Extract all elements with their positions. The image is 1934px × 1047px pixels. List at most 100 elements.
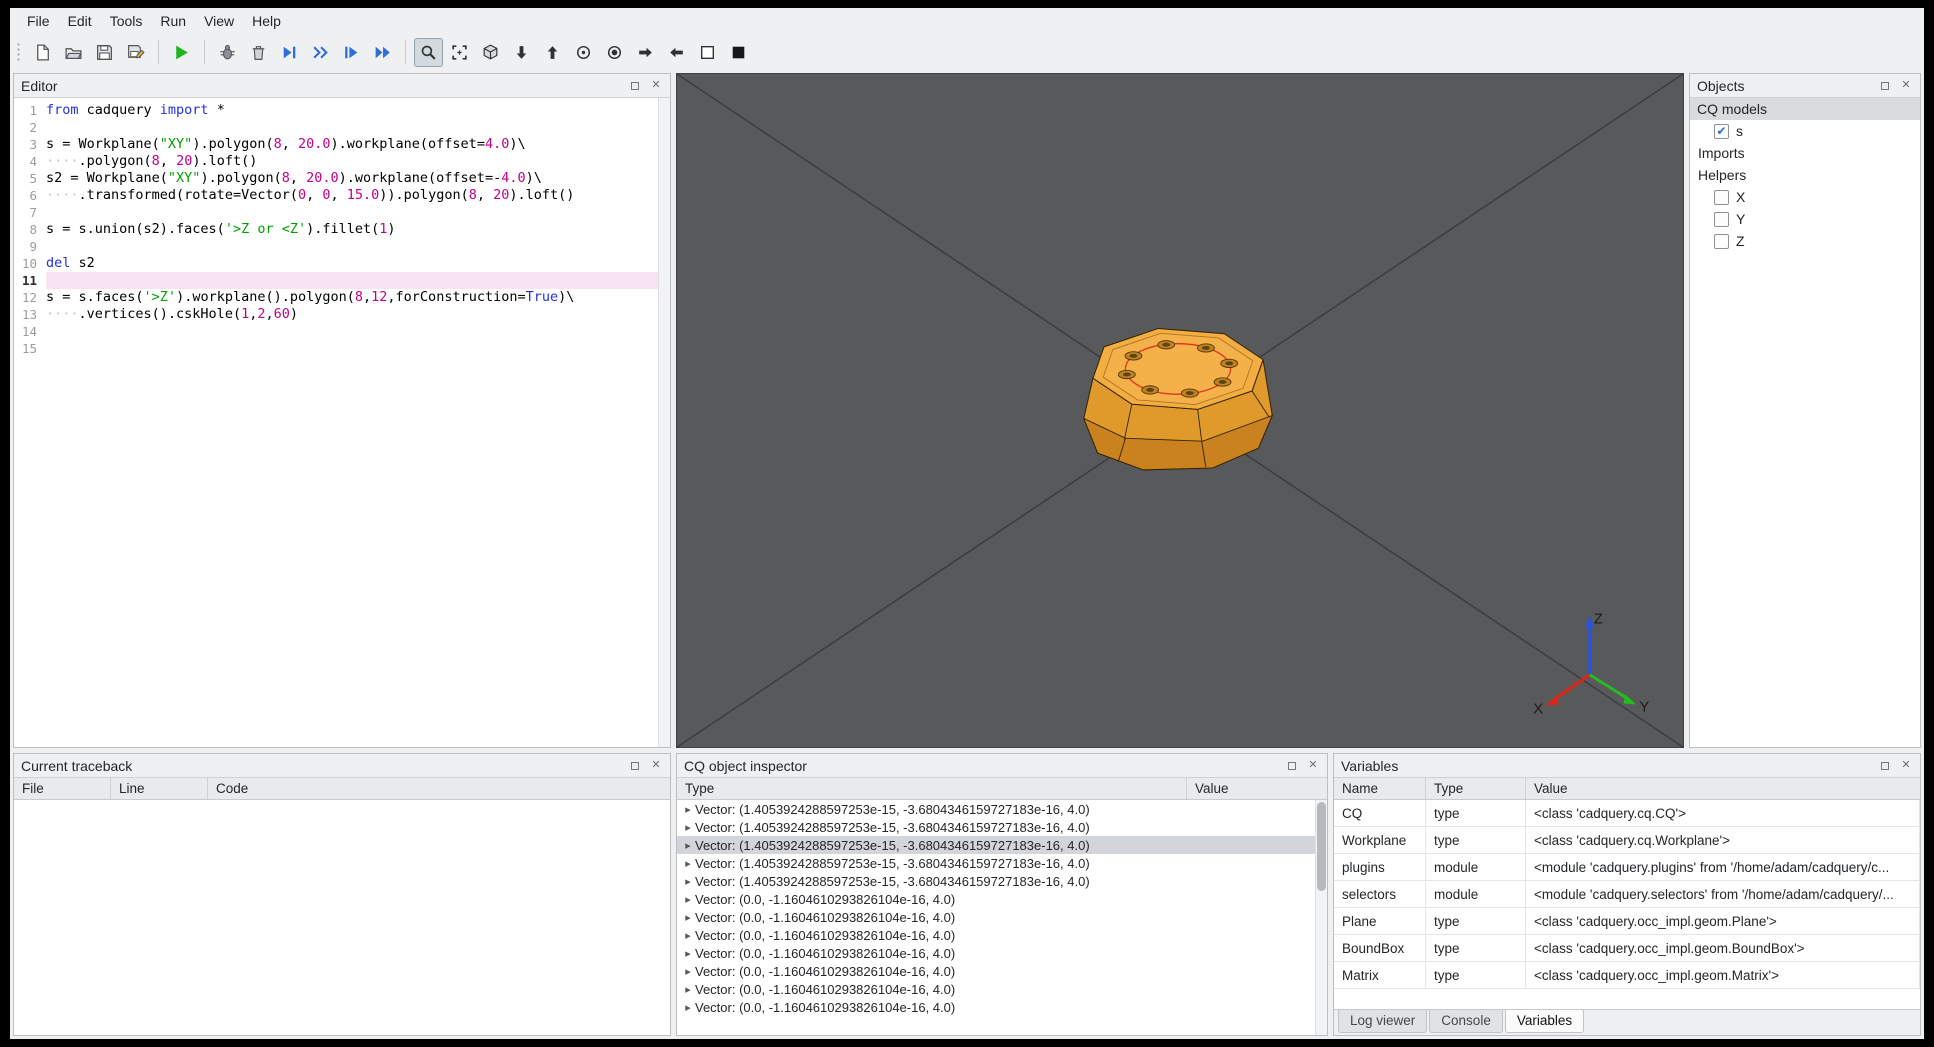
expand-arrow-icon[interactable]: ▸: [681, 1001, 695, 1014]
open-file-button[interactable]: [59, 38, 88, 67]
variable-row-plugins[interactable]: plugins module <module 'cadquery.plugins' …: [1334, 854, 1920, 881]
menu-file[interactable]: File: [18, 10, 59, 32]
close-icon[interactable]: ✕: [1306, 759, 1320, 773]
code-editor[interactable]: 1 from cadquery import * 2 3 s = Workplane("…: [14, 98, 670, 747]
expand-arrow-icon[interactable]: ▸: [681, 983, 695, 996]
inspector-row[interactable]: ▸ Vector: (1.4053924288597253e-15, -3.680…: [677, 854, 1327, 872]
menu-view[interactable]: View: [195, 10, 243, 32]
code-line-2[interactable]: 2: [14, 119, 670, 136]
code-line-14[interactable]: 14: [14, 323, 670, 340]
top-view-button[interactable]: [507, 38, 536, 67]
delete-button[interactable]: [244, 38, 273, 67]
inspector-row[interactable]: ▸ Vector: (0.0, -1.1604610293826104e-16, …: [677, 944, 1327, 962]
code-line-13[interactable]: 13 ····.vertices().cskHole(1,2,60): [14, 306, 670, 323]
code-line-3[interactable]: 3s = Workplane("XY").polygon(8, 20.0).wo…: [14, 136, 670, 153]
code-line-8[interactable]: 8s = s.union(s2).faces('>Z or <Z').fille…: [14, 221, 670, 238]
code-line-12[interactable]: 12 s = s.faces('>Z').workplane().polygon(…: [14, 289, 670, 306]
checkbox-checked[interactable]: ✔: [1714, 123, 1729, 139]
close-icon[interactable]: ✕: [649, 759, 663, 773]
float-icon[interactable]: [1878, 759, 1892, 773]
tree-item-s[interactable]: ✔ s: [1690, 120, 1920, 142]
inspector-row[interactable]: ▸ Vector: (0.0, -1.1604610293826104e-16, …: [677, 908, 1327, 926]
bottom-view-button[interactable]: [538, 38, 567, 67]
code-line-5[interactable]: 5 s2 = Workplane("XY").polygon(8, 20.0).w…: [14, 170, 670, 187]
code-line-10[interactable]: 10 del s2: [14, 255, 670, 272]
tree-item-z[interactable]: Z: [1690, 230, 1920, 252]
front-view-button[interactable]: [569, 38, 598, 67]
tree-item-x[interactable]: X: [1690, 186, 1920, 208]
close-icon[interactable]: ✕: [1899, 79, 1913, 93]
3d-viewport[interactable]: Z X Y: [676, 73, 1684, 748]
expand-arrow-icon[interactable]: ▸: [681, 893, 695, 906]
line-number[interactable]: 5: [14, 170, 46, 187]
step-out-button[interactable]: [337, 38, 366, 67]
line-number[interactable]: 8: [14, 221, 46, 238]
variable-row-selectors[interactable]: selectors module <module 'cadquery.selecto…: [1334, 881, 1920, 908]
render-button[interactable]: [167, 38, 196, 67]
variable-row-Workplane[interactable]: Workplane type <class 'cadquery.cq.Workpla…: [1334, 827, 1920, 854]
code-line-7[interactable]: 7: [14, 204, 670, 221]
code-line-9[interactable]: 9: [14, 238, 670, 255]
tree-item-imports[interactable]: Imports: [1690, 142, 1920, 164]
line-number[interactable]: 12: [14, 289, 46, 306]
line-number[interactable]: 1: [14, 102, 46, 119]
inspector-row[interactable]: ▸ Vector: (1.4053924288597253e-15, -3.680…: [677, 818, 1327, 836]
line-number[interactable]: 7: [14, 204, 46, 221]
line-number[interactable]: 15: [14, 340, 46, 357]
inspector-row[interactable]: ▸ Vector: (0.0, -1.1604610293826104e-16, …: [677, 890, 1327, 908]
inspector-row[interactable]: ▸ Vector: (0.0, -1.1604610293826104e-16, …: [677, 980, 1327, 998]
editor-scrollbar[interactable]: [658, 98, 670, 747]
line-number[interactable]: 4: [14, 153, 46, 170]
inspector-row[interactable]: ▸ Vector: (1.4053924288597253e-15, -3.680…: [677, 872, 1327, 890]
scrollbar-thumb[interactable]: [1317, 802, 1326, 892]
expand-arrow-icon[interactable]: ▸: [681, 875, 695, 888]
close-icon[interactable]: ✕: [649, 79, 663, 93]
save-button[interactable]: [90, 38, 119, 67]
fit-all-button[interactable]: [445, 38, 474, 67]
line-number[interactable]: 10: [14, 255, 46, 272]
float-icon[interactable]: [1285, 759, 1299, 773]
line-number[interactable]: 13: [14, 306, 46, 323]
expand-arrow-icon[interactable]: ▸: [681, 911, 695, 924]
step-into-button[interactable]: [306, 38, 335, 67]
expand-arrow-icon[interactable]: ▸: [681, 929, 695, 942]
float-icon[interactable]: [1878, 79, 1892, 93]
code-line-15[interactable]: 15: [14, 340, 670, 357]
back-view-button[interactable]: [600, 38, 629, 67]
variable-row-Plane[interactable]: Plane type <class 'cadquery.occ_impl.geom.…: [1334, 908, 1920, 935]
float-icon[interactable]: [628, 759, 642, 773]
cad-model[interactable]: [1082, 327, 1274, 471]
right-view-button[interactable]: [662, 38, 691, 67]
tree-item-helpers[interactable]: Helpers: [1690, 164, 1920, 186]
tab-log-viewer[interactable]: Log viewer: [1338, 1010, 1428, 1033]
checkbox-unchecked[interactable]: [1714, 189, 1729, 205]
tab-console[interactable]: Console: [1429, 1010, 1503, 1033]
line-number[interactable]: 9: [14, 238, 46, 255]
code-line-6[interactable]: 6 ····.transformed(rotate=Vector(0, 0, 15…: [14, 187, 670, 204]
tab-variables[interactable]: Variables: [1504, 1010, 1585, 1033]
line-number[interactable]: 3: [14, 136, 46, 153]
inspector-scrollbar[interactable]: [1315, 800, 1327, 1035]
code-line-4[interactable]: 4 ····.polygon(8, 20).loft(): [14, 153, 670, 170]
expand-arrow-icon[interactable]: ▸: [681, 839, 695, 852]
variable-row-BoundBox[interactable]: BoundBox type <class 'cadquery.occ_impl.ge…: [1334, 935, 1920, 962]
save-as-button[interactable]: [121, 38, 150, 67]
expand-arrow-icon[interactable]: ▸: [681, 947, 695, 960]
line-number[interactable]: 6: [14, 187, 46, 204]
viewport-canvas[interactable]: Z X Y: [677, 74, 1683, 747]
wireframe-mode-button[interactable]: [693, 38, 722, 67]
menu-edit[interactable]: Edit: [59, 10, 101, 32]
iso-view-button[interactable]: [476, 38, 505, 67]
inspector-row[interactable]: ▸ Vector: (0.0, -1.1604610293826104e-16, …: [677, 926, 1327, 944]
code-line-1[interactable]: 1 from cadquery import *: [14, 102, 670, 119]
code-line-11[interactable]: 11: [14, 272, 670, 289]
expand-arrow-icon[interactable]: ▸: [681, 965, 695, 978]
line-number[interactable]: 14: [14, 323, 46, 340]
checkbox-unchecked[interactable]: [1714, 233, 1729, 249]
expand-arrow-icon[interactable]: ▸: [681, 821, 695, 834]
shaded-mode-button[interactable]: [724, 38, 753, 67]
menu-tools[interactable]: Tools: [101, 10, 152, 32]
new-file-button[interactable]: [28, 38, 57, 67]
menu-run[interactable]: Run: [151, 10, 195, 32]
inspector-row[interactable]: ▸ Vector: (1.4053924288597253e-15, -3.680…: [677, 836, 1327, 854]
